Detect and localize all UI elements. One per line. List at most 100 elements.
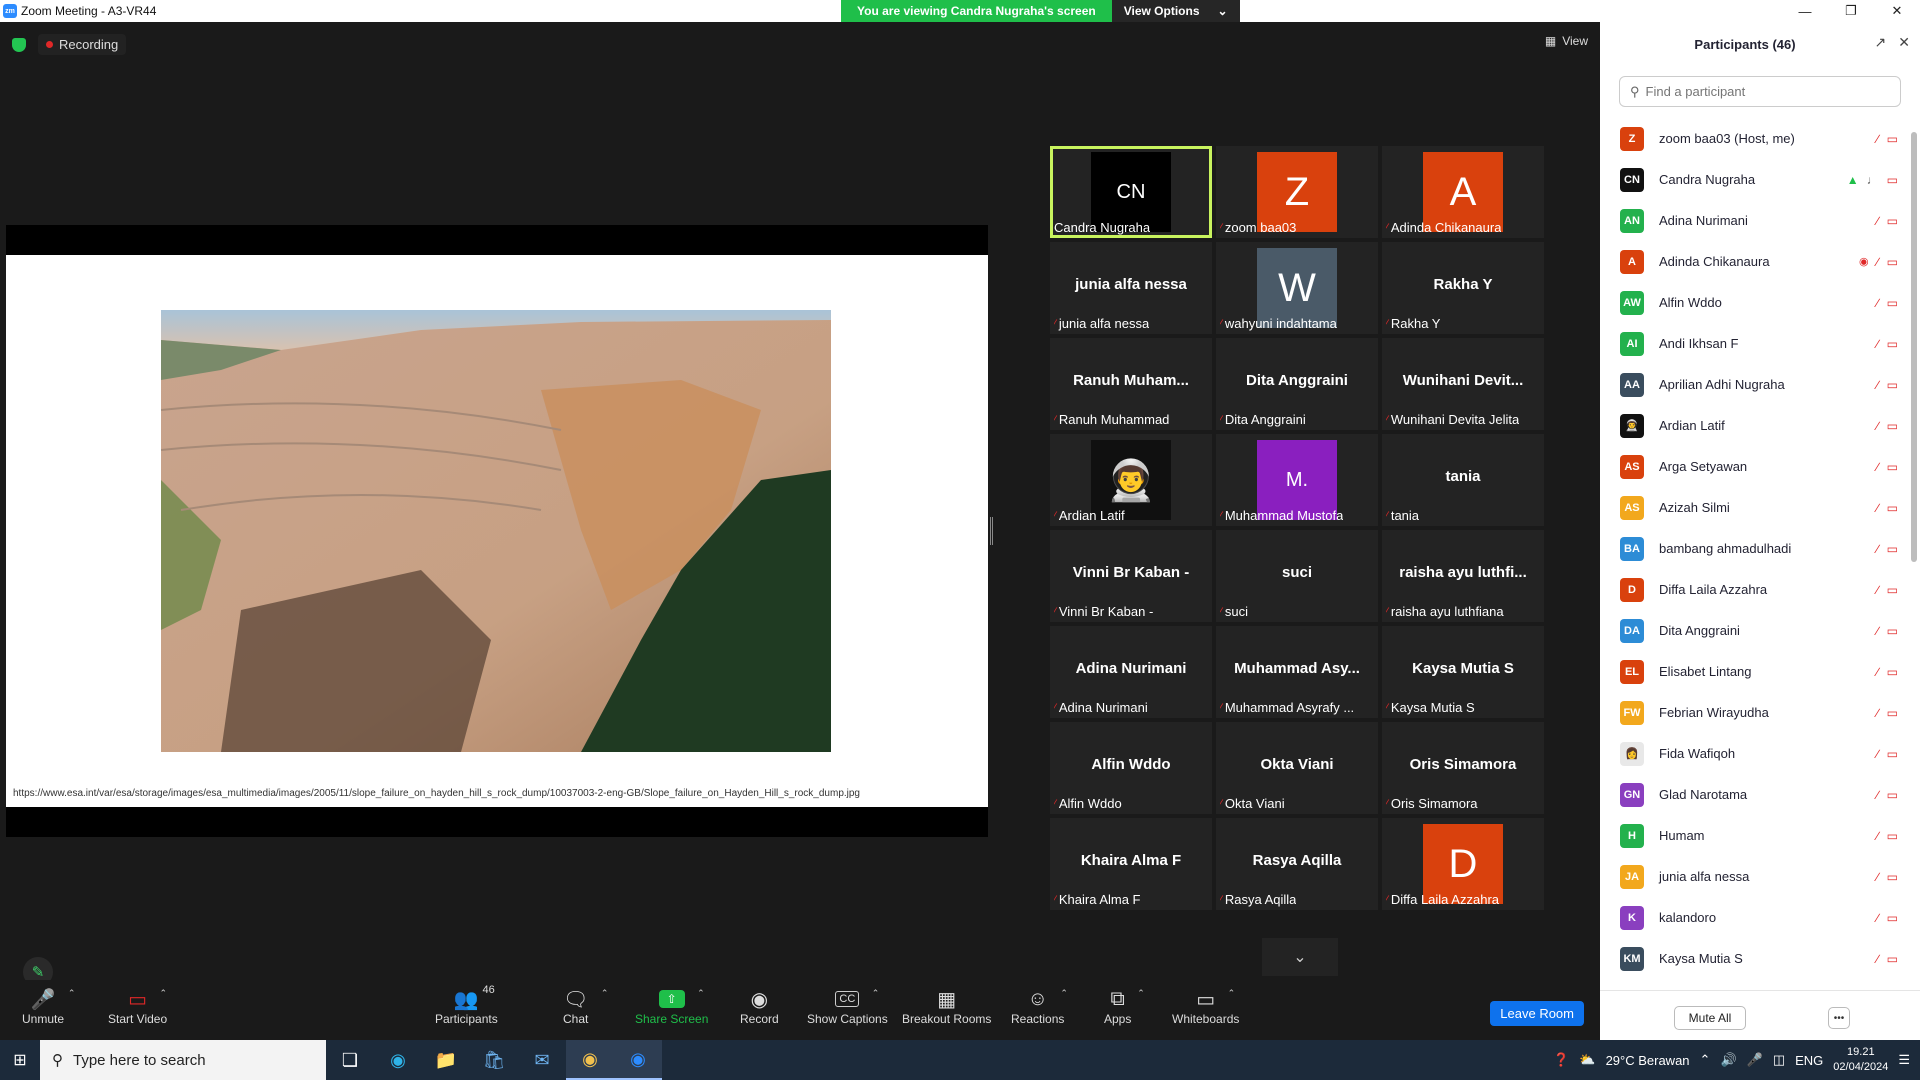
- caret-up-icon[interactable]: ⌃: [159, 988, 167, 999]
- breakout-rooms-button[interactable]: ▦ Breakout Rooms: [902, 986, 991, 1027]
- video-tile[interactable]: Rakha Y ∕ Rakha Y: [1382, 242, 1544, 334]
- zoom-taskbar-icon[interactable]: ◉: [614, 1040, 662, 1080]
- record-button[interactable]: ◉ Record: [740, 986, 779, 1027]
- volume-icon[interactable]: 🔊: [1720, 1052, 1736, 1068]
- pop-out-icon[interactable]: ↗: [1875, 34, 1887, 51]
- windows-start-icon[interactable]: ⊞: [0, 1040, 40, 1080]
- weather-text[interactable]: 29°C Berawan: [1606, 1053, 1690, 1068]
- whiteboards-button[interactable]: ▭ ⌃ Whiteboards: [1172, 986, 1239, 1026]
- video-tile[interactable]: Z ∕ zoom baa03: [1216, 146, 1378, 238]
- caret-up-icon[interactable]: ⌃: [697, 988, 705, 999]
- help-icon[interactable]: ❓: [1553, 1052, 1569, 1068]
- participants-button[interactable]: 👥 46 Participants: [435, 984, 498, 1026]
- store-icon[interactable]: 🛍: [470, 1040, 518, 1080]
- leave-room-button[interactable]: Leave Room: [1490, 1001, 1584, 1026]
- video-tile[interactable]: 👨‍🚀 ∕ Ardian Latif: [1050, 434, 1212, 526]
- participant-row[interactable]: CN Candra Nugraha ▲ ♩ ▭: [1600, 159, 1910, 200]
- video-tile[interactable]: raisha ayu luthfi... ∕ raisha ayu luthfian…: [1382, 530, 1544, 622]
- gallery-next-page-button[interactable]: ⌄: [1262, 938, 1338, 976]
- participant-row[interactable]: 👨‍🚀 Ardian Latif ∕ ▭: [1600, 405, 1910, 446]
- participant-row[interactable]: AN Adina Nurimani ∕ ▭: [1600, 200, 1910, 241]
- participant-row[interactable]: GN Glad Narotama ∕ ▭: [1600, 774, 1910, 815]
- participant-row[interactable]: AS Azizah Silmi ∕ ▭: [1600, 487, 1910, 528]
- participant-row[interactable]: AS Arga Setyawan ∕ ▭: [1600, 446, 1910, 487]
- participant-row[interactable]: BA bambang ahmadulhadi ∕ ▭: [1600, 528, 1910, 569]
- video-tile[interactable]: suci ∕ suci: [1216, 530, 1378, 622]
- participant-search[interactable]: ⚲: [1619, 76, 1901, 107]
- split-divider[interactable]: [990, 517, 993, 545]
- caret-up-icon[interactable]: ⌃: [601, 988, 609, 999]
- close-window-icon[interactable]: ✕: [1874, 0, 1920, 22]
- microphone-icon[interactable]: 🎤: [1747, 1052, 1763, 1068]
- video-tile[interactable]: Ranuh Muham... ∕ Ranuh Muhammad: [1050, 338, 1212, 430]
- language-indicator[interactable]: ENG: [1795, 1053, 1823, 1068]
- unmute-button[interactable]: 🎤 ⌃ Unmute: [22, 986, 75, 1026]
- show-captions-button[interactable]: CC ⌃ Show Captions: [807, 986, 888, 1026]
- video-tile[interactable]: Vinni Br Kaban - ∕ Vinni Br Kaban -: [1050, 530, 1212, 622]
- participant-row[interactable]: JA junia alfa nessa ∕ ▭: [1600, 856, 1910, 897]
- video-tile[interactable]: tania ∕ tania: [1382, 434, 1544, 526]
- caret-up-icon[interactable]: ⌃: [872, 988, 880, 999]
- participant-row[interactable]: AI Andi Ikhsan F ∕ ▭: [1600, 323, 1910, 364]
- video-tile[interactable]: Adina Nurimani ∕ Adina Nurimani: [1050, 626, 1212, 718]
- chat-button[interactable]: 🗨 ⌃ Chat: [563, 986, 608, 1026]
- participant-row[interactable]: H Humam ∕ ▭: [1600, 815, 1910, 856]
- minimize-icon[interactable]: —: [1782, 0, 1828, 22]
- participant-row[interactable]: DA Dita Anggraini ∕ ▭: [1600, 610, 1910, 651]
- participant-row[interactable]: AA Aprilian Adhi Nugraha ∕ ▭: [1600, 364, 1910, 405]
- video-tile[interactable]: Okta Viani ∕ Okta Viani: [1216, 722, 1378, 814]
- reactions-button[interactable]: ☺ ⌃ Reactions: [1011, 986, 1068, 1027]
- task-view-icon[interactable]: ❏: [326, 1040, 374, 1080]
- clock[interactable]: 19.21 02/04/2024: [1833, 1045, 1888, 1075]
- more-options-button[interactable]: •••: [1828, 1007, 1850, 1029]
- video-tile[interactable]: W ∕ wahyuni indahtama: [1216, 242, 1378, 334]
- participant-row[interactable]: FW Febrian Wirayudha ∕ ▭: [1600, 692, 1910, 733]
- video-tile[interactable]: CN Candra Nugraha: [1050, 146, 1212, 238]
- restore-icon[interactable]: ❐: [1828, 0, 1874, 22]
- mute-all-button[interactable]: Mute All: [1674, 1006, 1746, 1030]
- video-tile[interactable]: D ∕ Diffa Laila Azzahra: [1382, 818, 1544, 910]
- notifications-icon[interactable]: ☰: [1898, 1052, 1910, 1068]
- mail-icon[interactable]: ✉: [518, 1040, 566, 1080]
- video-tile[interactable]: Oris Simamora ∕ Oris Simamora: [1382, 722, 1544, 814]
- participant-row[interactable]: D Diffa Laila Azzahra ∕ ▭: [1600, 569, 1910, 610]
- participant-row[interactable]: Kkalandoro ∕ ▭: [1600, 897, 1910, 938]
- caret-up-icon[interactable]: ⌃: [1060, 988, 1068, 999]
- file-explorer-icon[interactable]: 📁: [422, 1040, 470, 1080]
- video-tile[interactable]: Muhammad Asy... ∕ Muhammad Asyrafy ...: [1216, 626, 1378, 718]
- participant-row[interactable]: AW Alfin Wddo ∕ ▭: [1600, 282, 1910, 323]
- video-tile[interactable]: Alfin Wddo ∕ Alfin Wddo: [1050, 722, 1212, 814]
- caret-up-icon[interactable]: ⌃: [68, 988, 76, 999]
- chevron-up-icon[interactable]: ⌃: [1700, 1052, 1711, 1068]
- participant-row[interactable]: A Adinda Chikanaura ◉ ∕ ▭: [1600, 241, 1910, 282]
- video-tile[interactable]: Wunihani Devit... ∕ Wunihani Devita Jelita: [1382, 338, 1544, 430]
- close-panel-icon[interactable]: ✕: [1898, 34, 1910, 51]
- share-screen-button[interactable]: ⇧ ⌃ Share Screen: [635, 986, 708, 1026]
- video-tile[interactable]: Khaira Alma F ∕ Khaira Alma F: [1050, 818, 1212, 910]
- shield-icon[interactable]: [12, 37, 26, 52]
- start-video-button[interactable]: ▭ ⌃ Start Video: [108, 986, 167, 1026]
- participant-row[interactable]: KM Kaysa Mutia S ∕ ▭: [1600, 938, 1910, 978]
- view-options-button[interactable]: View Options ⌄: [1111, 0, 1240, 22]
- participant-row[interactable]: 👩 Fida Wafiqoh ∕ ▭: [1600, 733, 1910, 774]
- edge-icon[interactable]: ◉: [374, 1040, 422, 1080]
- participant-search-input[interactable]: [1645, 84, 1886, 99]
- video-tile[interactable]: junia alfa nessa ∕ junia alfa nessa: [1050, 242, 1212, 334]
- recording-indicator[interactable]: Recording: [38, 34, 127, 55]
- participant-row[interactable]: Zzoom baa03 (Host, me) ∕ ▭: [1600, 118, 1910, 159]
- caret-up-icon[interactable]: ⌃: [1137, 988, 1145, 999]
- taskbar-search[interactable]: ⚲ Type here to search: [40, 1040, 326, 1080]
- participant-row[interactable]: EL Elisabet Lintang ∕ ▭: [1600, 651, 1910, 692]
- view-button[interactable]: ▦ View: [1545, 34, 1588, 48]
- apps-button[interactable]: ⧉ ⌃ Apps: [1104, 986, 1145, 1027]
- caret-up-icon[interactable]: ⌃: [1228, 988, 1236, 999]
- video-tile[interactable]: Rasya Aqilla ∕ Rasya Aqilla: [1216, 818, 1378, 910]
- video-tile[interactable]: A ∕ Adinda Chikanaura: [1382, 146, 1544, 238]
- video-tile[interactable]: Kaysa Mutia S ∕ Kaysa Mutia S: [1382, 626, 1544, 718]
- video-tile[interactable]: M. ∕ Muhammad Mustofa: [1216, 434, 1378, 526]
- participant-list-scrollbar[interactable]: [1911, 132, 1917, 562]
- video-tile[interactable]: Dita Anggraini ∕ Dita Anggraini: [1216, 338, 1378, 430]
- chrome-icon[interactable]: ◉: [566, 1040, 614, 1080]
- network-icon[interactable]: ◫: [1773, 1052, 1785, 1068]
- tile-display-name: Muhammad Asy...: [1234, 660, 1360, 677]
